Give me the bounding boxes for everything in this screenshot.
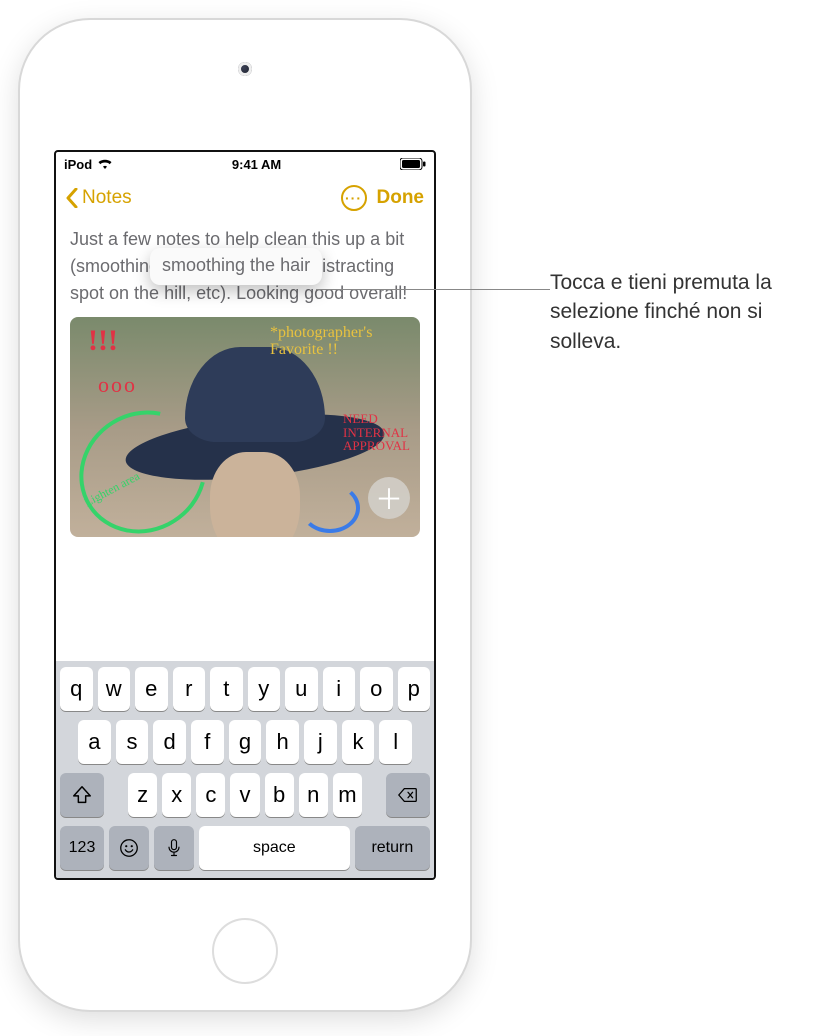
key-z[interactable]: z [128,773,157,817]
keyboard-row-2: a s d f g h j k l [60,720,430,764]
clock: 9:41 AM [232,157,281,172]
key-d[interactable]: d [153,720,186,764]
red-exclamation-annotation: !!! [88,327,118,354]
key-q[interactable]: q [60,667,93,711]
nav-bar: Notes ··· Done [56,176,434,220]
key-c[interactable]: c [196,773,225,817]
chevron-left-icon [66,188,78,208]
home-button[interactable] [214,920,276,982]
key-v[interactable]: v [230,773,259,817]
microphone-icon [164,837,184,859]
key-u[interactable]: u [285,667,318,711]
back-label: Notes [82,187,132,209]
screen: iPod 9:41 AM Notes ··· [54,150,436,880]
add-button[interactable]: ＋ [368,477,410,519]
space-key[interactable]: space [199,826,350,870]
backspace-key[interactable] [386,773,430,817]
keyboard-row-1: q w e r t y u i o p [60,667,430,711]
key-j[interactable]: j [304,720,337,764]
keyboard-row-4: 123 space return [60,826,430,870]
key-b[interactable]: b [265,773,294,817]
emoji-key[interactable] [109,826,149,870]
shift-icon [71,784,93,806]
key-p[interactable]: p [398,667,431,711]
backspace-icon [397,784,419,806]
key-o[interactable]: o [360,667,393,711]
battery-icon [400,158,426,170]
blue-stroke-annotation [300,483,360,533]
key-h[interactable]: h [266,720,299,764]
wifi-icon [97,158,113,170]
lifted-selection[interactable]: smoothing the hair [150,248,322,285]
key-l[interactable]: l [379,720,412,764]
more-button[interactable]: ··· [341,185,367,211]
key-y[interactable]: y [248,667,281,711]
plus-icon: ＋ [375,478,403,518]
status-bar: iPod 9:41 AM [56,152,434,176]
key-x[interactable]: x [162,773,191,817]
key-k[interactable]: k [342,720,375,764]
back-button[interactable]: Notes [66,187,132,209]
emoji-icon [118,837,140,859]
key-n[interactable]: n [299,773,328,817]
key-r[interactable]: r [173,667,206,711]
callout-leader-line [316,289,550,290]
device-frame: iPod 9:41 AM Notes ··· [20,20,470,1010]
done-button[interactable]: Done [377,187,425,209]
numbers-key[interactable]: 123 [60,826,104,870]
key-w[interactable]: w [98,667,131,711]
front-camera [238,62,252,76]
keyboard-row-3: z x c v b n m [60,773,430,817]
key-g[interactable]: g [229,720,262,764]
note-body[interactable]: Just a few notes to help clean this up a… [56,220,434,307]
more-icon: ··· [345,190,362,206]
attached-image[interactable]: !!! ooo *photographer's Favorite !! NEED… [70,317,420,537]
dictation-key[interactable] [154,826,194,870]
shift-key[interactable] [60,773,104,817]
key-m[interactable]: m [333,773,362,817]
key-s[interactable]: s [116,720,149,764]
carrier-label: iPod [64,157,92,172]
key-f[interactable]: f [191,720,224,764]
key-t[interactable]: t [210,667,243,711]
key-e[interactable]: e [135,667,168,711]
return-key[interactable]: return [355,826,430,870]
callout-text: Tocca e tieni premuta la selezione finch… [550,268,800,356]
keyboard: q w e r t y u i o p a s d f g h j k l [56,661,434,878]
key-i[interactable]: i [323,667,356,711]
face-shape [210,452,300,537]
key-a[interactable]: a [78,720,111,764]
